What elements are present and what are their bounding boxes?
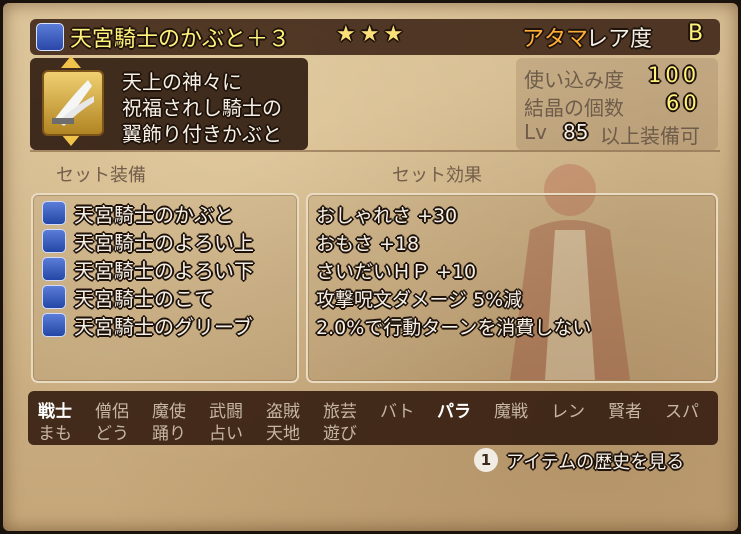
set-equipment-title: セット装備 xyxy=(56,165,146,186)
job-battle-master: バト xyxy=(380,402,415,422)
set-item-name: 天宮騎士のかぶと xyxy=(74,202,234,227)
usage-label: 使い込み度 xyxy=(524,68,624,92)
history-button-icon[interactable]: 1 xyxy=(474,448,498,472)
job-ranger: レン xyxy=(551,402,585,422)
history-hint[interactable]: アイテムの歴史を見る xyxy=(506,448,684,474)
job-druid: 天地 xyxy=(266,424,300,444)
description-line-1: 天上の神々に xyxy=(122,70,242,94)
set-effect: さいだいＨＰ +10 xyxy=(316,261,477,283)
divider xyxy=(30,150,720,152)
level-value: 85 xyxy=(563,120,589,144)
level-prefix: Lv xyxy=(524,120,547,144)
job-fortune-teller: 占い xyxy=(209,424,243,444)
crystal-label: 結晶の個数 xyxy=(524,96,624,120)
job-dancer: 踊り xyxy=(152,424,186,444)
set-item-name: 天宮騎士のこて xyxy=(74,286,214,311)
list-item[interactable]: 天宮騎士のよろい下 xyxy=(42,256,254,283)
set-item-name: 天宮騎士のよろい下 xyxy=(74,258,254,283)
armor-top-icon xyxy=(42,229,66,253)
job-gadabout: 遊び xyxy=(323,424,357,444)
helmet-icon xyxy=(36,23,64,51)
star-rating: ★★★ xyxy=(336,22,408,47)
job-sage: 賢者 xyxy=(608,402,642,422)
list-item[interactable]: 天宮騎士のグリーブ xyxy=(42,312,253,339)
set-effect: 2.0%で行動ターンを消費しない xyxy=(316,317,592,339)
job-superstar: スパ xyxy=(665,402,699,422)
set-item-name: 天宮騎士のよろい上 xyxy=(74,230,254,255)
list-item[interactable]: 天宮騎士のかぶと xyxy=(42,200,234,227)
list-item[interactable]: 天宮騎士のこて xyxy=(42,284,214,311)
rarity-label: レア度 xyxy=(586,27,653,52)
set-effect: 攻撃呪文ダメージ 5%減 xyxy=(316,289,523,311)
equipment-slot: アタマ xyxy=(522,27,589,52)
winged-helmet-icon xyxy=(52,80,94,126)
gauntlet-icon xyxy=(42,285,66,309)
job-armamentalist: 魔戦 xyxy=(494,402,528,422)
set-item-name: 天宮騎士のグリーブ xyxy=(74,314,253,339)
armor-bottom-icon xyxy=(42,257,66,281)
list-item[interactable]: 天宮騎士のよろい上 xyxy=(42,228,254,255)
level-suffix: 以上装備可 xyxy=(600,124,700,148)
description-line-2: 祝福されし騎士の xyxy=(122,96,282,120)
job-monster-master: まも xyxy=(38,424,72,444)
set-effects-title: セット効果 xyxy=(392,165,482,186)
set-effect: おもさ +18 xyxy=(316,233,420,255)
set-effect: おしゃれさ +30 xyxy=(316,205,458,227)
crystal-value: 60 xyxy=(666,91,701,115)
job-itemaster: どう xyxy=(95,424,129,444)
description-line-3: 翼飾り付きかぶと xyxy=(122,122,282,146)
helmet-icon xyxy=(42,201,66,225)
job-paladin: パラ xyxy=(437,402,471,422)
rarity-value: B xyxy=(688,21,704,46)
boots-icon xyxy=(42,313,66,337)
item-thumbnail xyxy=(42,70,104,136)
usage-value: 100 xyxy=(648,63,701,87)
item-title: 天宮騎士のかぶと＋３ xyxy=(70,27,291,52)
